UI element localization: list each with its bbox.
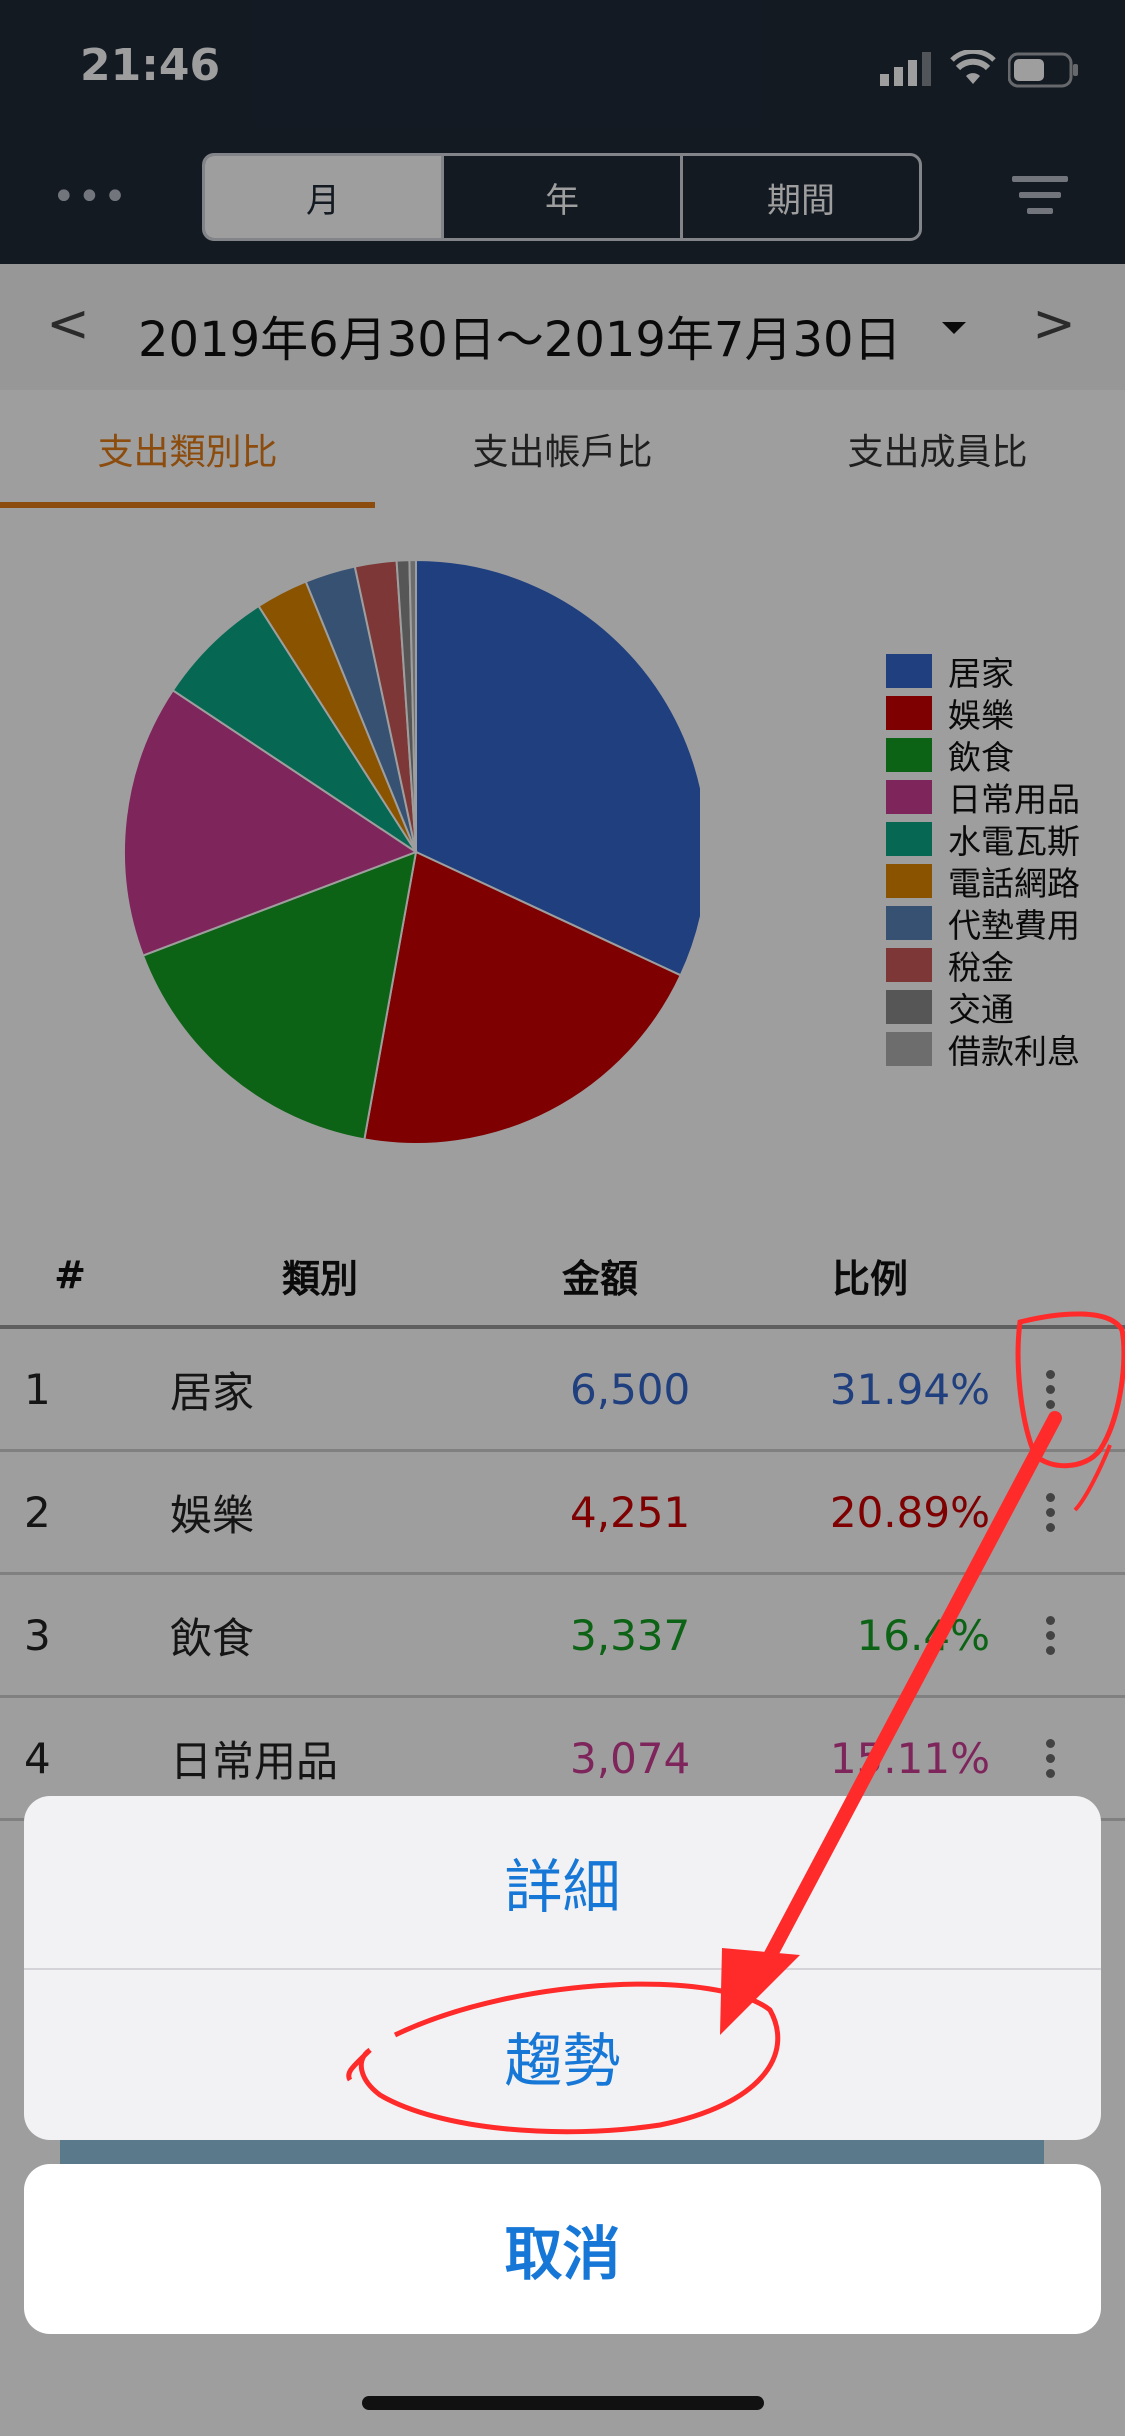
trend-action-button[interactable]: 趨勢 [24, 1968, 1101, 2140]
cancel-button[interactable]: 取消 [24, 2164, 1101, 2334]
action-sheet: 詳細 趨勢 [24, 1796, 1101, 2140]
home-indicator [362, 2396, 764, 2410]
details-action-button[interactable]: 詳細 [24, 1796, 1101, 1968]
